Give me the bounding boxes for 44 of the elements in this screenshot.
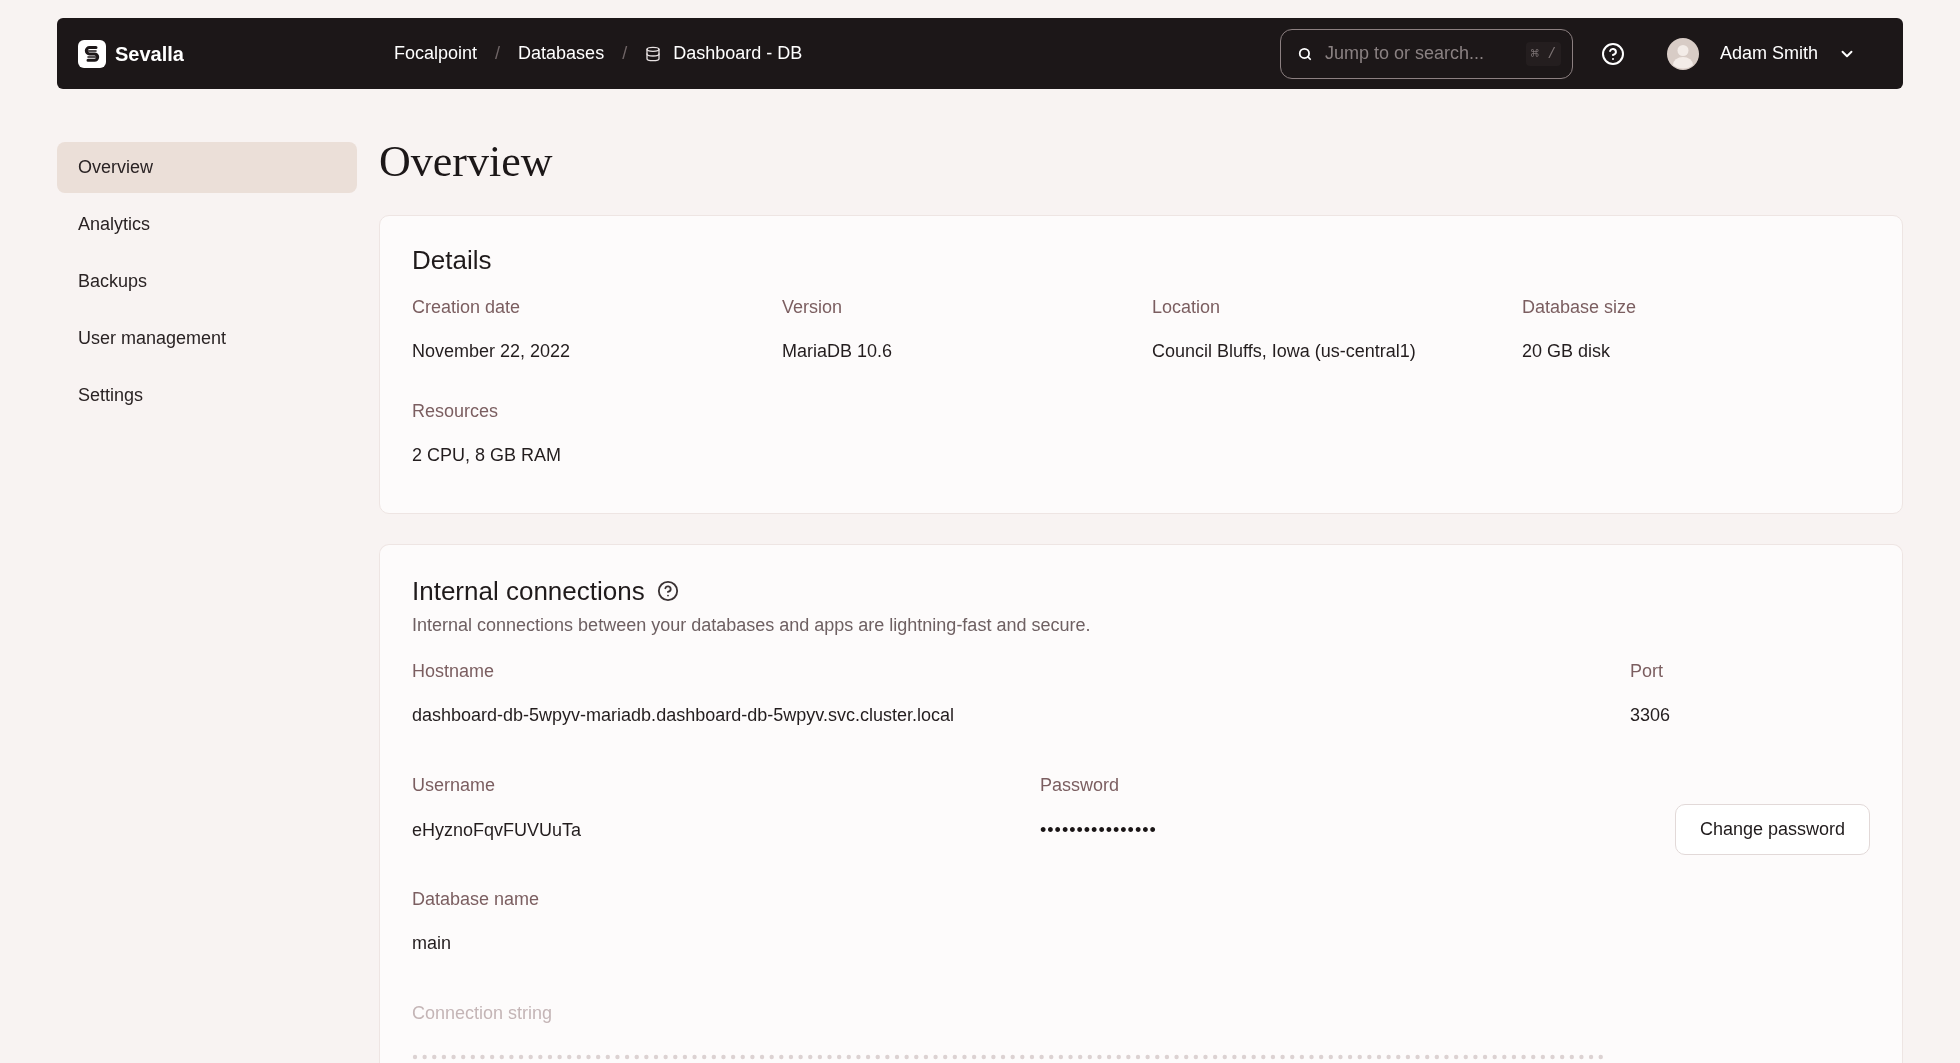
field-label: Database name bbox=[412, 888, 540, 911]
breadcrumb-separator: / bbox=[622, 42, 628, 65]
field-label: Password bbox=[1040, 774, 1120, 797]
password-value: •••••••••••••••• bbox=[1040, 818, 1157, 842]
field-value: eHyznoFqvFUVUuTa bbox=[412, 818, 582, 842]
field-value: November 22, 2022 bbox=[412, 340, 571, 363]
user-menu-button[interactable]: Adam Smith bbox=[1719, 40, 1856, 67]
search-icon bbox=[1297, 46, 1312, 61]
breadcrumb-link[interactable]: Focalpoint bbox=[394, 40, 478, 67]
database-icon bbox=[645, 45, 662, 62]
field-value: 2 CPU, 8 GB RAM bbox=[412, 444, 562, 467]
breadcrumb-current[interactable]: Dashboard - DB bbox=[673, 40, 803, 67]
sidebar-item[interactable]: Analytics bbox=[57, 199, 357, 250]
card-title: Details bbox=[412, 244, 492, 276]
field-label: Version bbox=[782, 296, 843, 319]
brand-name: Sevalla bbox=[115, 41, 184, 67]
field-label: Port bbox=[1630, 660, 1663, 683]
field-label: Resources bbox=[412, 400, 499, 423]
breadcrumb-link[interactable]: Databases bbox=[518, 40, 605, 67]
field-value: 3306 bbox=[1630, 704, 1671, 727]
field-label: Creation date bbox=[412, 296, 521, 319]
card-description: Internal connections between your databases and apps are lightning-fast and secure. bbox=[412, 614, 1091, 637]
field-value: Council Bluffs, Iowa (us-central1) bbox=[1152, 340, 1416, 363]
field-value: MariaDB 10.6 bbox=[782, 340, 893, 363]
sidebar-item[interactable]: Backups bbox=[57, 256, 357, 307]
card-title: Internal connections bbox=[412, 575, 645, 607]
field-label: Connection string bbox=[412, 1002, 553, 1025]
change-password-button[interactable]: Change password bbox=[1674, 804, 1870, 855]
sidebar-item[interactable]: Overview bbox=[57, 142, 357, 193]
field-value: 20 GB disk bbox=[1522, 340, 1611, 363]
field-value: main bbox=[412, 932, 451, 955]
page-title: Overview bbox=[379, 136, 553, 188]
sidebar-item[interactable]: User management bbox=[57, 313, 357, 364]
field-value: dashboard-db-5wpyv-mariadb.dashboard-db-5wpyv.svc.cluster.local bbox=[412, 704, 954, 727]
avatar[interactable] bbox=[1666, 37, 1699, 70]
logo-icon[interactable] bbox=[78, 39, 106, 68]
sidebar-item[interactable]: Settings bbox=[57, 370, 357, 421]
help-icon[interactable] bbox=[656, 580, 679, 602]
field-label: Location bbox=[1152, 296, 1221, 319]
field-label: Username bbox=[412, 774, 496, 797]
breadcrumb-separator: / bbox=[495, 42, 501, 65]
field-label: Database size bbox=[1522, 296, 1637, 319]
field-label: Hostname bbox=[412, 660, 495, 683]
shortcut-hint: ⌘ / bbox=[1525, 41, 1561, 66]
